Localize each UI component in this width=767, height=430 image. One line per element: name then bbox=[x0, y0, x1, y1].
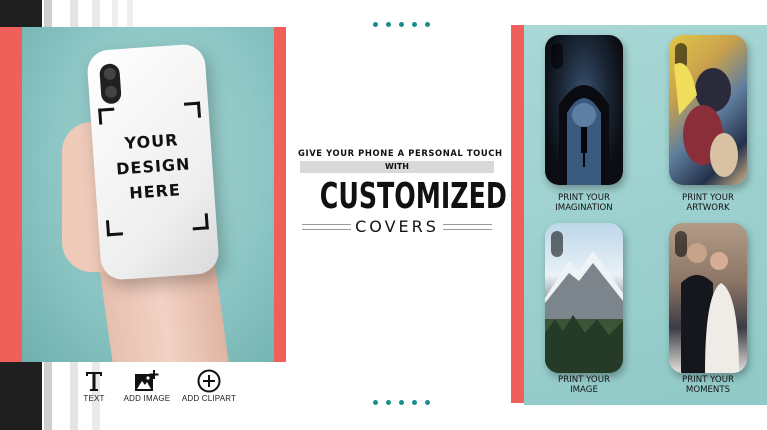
headline-tagline: GIVE YOUR PHONE A PERSONAL TOUCH bbox=[298, 148, 503, 158]
add-image-icon bbox=[135, 370, 159, 391]
case-gallery: PRINT YOUR IMAGINATION PRINT YOUR ARTWOR… bbox=[524, 25, 767, 405]
headline-sub-wrap: COVERS bbox=[298, 217, 496, 237]
case-artwork[interactable] bbox=[669, 35, 747, 185]
case-label-line: PRINT YOUR bbox=[682, 375, 734, 385]
headline-main: CUSTOMIZED bbox=[319, 176, 507, 217]
case-label-line: IMAGE bbox=[570, 385, 598, 395]
case-label: PRINT YOUR IMAGE bbox=[534, 375, 634, 395]
case-label-line: PRINT YOUR bbox=[558, 375, 610, 385]
your-design-here-text: YOUR DESIGN HERE bbox=[106, 126, 201, 207]
painting-figure bbox=[674, 63, 738, 177]
case-image[interactable] bbox=[545, 223, 623, 373]
case-imagination[interactable] bbox=[545, 35, 623, 185]
case-label-line: PRINT YOUR bbox=[682, 193, 734, 203]
case-moments[interactable] bbox=[669, 223, 747, 373]
camera-icon bbox=[99, 63, 122, 105]
add-image-tool-button[interactable]: ADD IMAGE bbox=[115, 368, 179, 403]
decorative-dots-bottom bbox=[373, 400, 430, 405]
case-label: PRINT YOUR ARTWORK bbox=[658, 193, 758, 213]
tool-label: ADD CLIPART bbox=[181, 394, 237, 403]
case-label: PRINT YOUR IMAGINATION bbox=[534, 193, 634, 213]
decorative-dots-top bbox=[373, 22, 430, 27]
crop-corner bbox=[191, 213, 209, 231]
left-gray-stripe bbox=[127, 0, 133, 30]
case-label: PRINT YOUR MOMENTS bbox=[658, 375, 758, 395]
add-clipart-tool-button[interactable]: ADD CLIPART bbox=[177, 368, 241, 403]
case-label-line: PRINT YOUR bbox=[558, 193, 610, 203]
case-label-line: ARTWORK bbox=[686, 203, 730, 213]
crop-corner bbox=[98, 107, 116, 125]
plus-circle-icon bbox=[197, 369, 221, 393]
case-label-line: IMAGINATION bbox=[555, 203, 613, 213]
hand-holding-phone-photo: YOUR DESIGN HERE bbox=[22, 27, 274, 362]
case-label-line: MOMENTS bbox=[685, 385, 731, 395]
tool-label: ADD IMAGE bbox=[123, 394, 171, 403]
text-T-icon bbox=[86, 372, 102, 391]
crop-corner bbox=[183, 101, 202, 119]
headline-with: WITH bbox=[300, 161, 494, 173]
left-gray-stripe bbox=[112, 0, 118, 30]
couple-photo bbox=[681, 243, 739, 373]
blank-phone-case: YOUR DESIGN HERE bbox=[86, 43, 220, 281]
headline: GIVE YOUR PHONE A PERSONAL TOUCH WITH CU… bbox=[298, 148, 507, 237]
crop-corner bbox=[105, 219, 124, 237]
headline-sub: COVERS bbox=[351, 217, 443, 237]
cave-silhouette bbox=[559, 85, 609, 185]
mountain-landscape bbox=[545, 251, 623, 373]
